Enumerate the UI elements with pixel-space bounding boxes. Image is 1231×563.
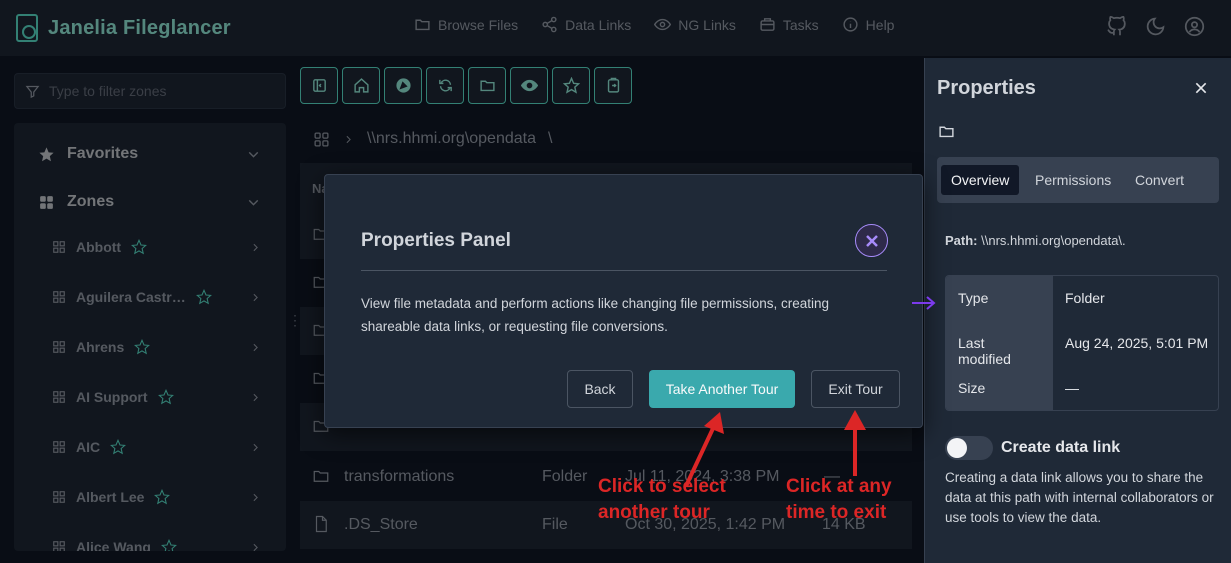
metadata-key: Last modified <box>946 321 1053 367</box>
data-link-toggle[interactable] <box>945 436 993 460</box>
tab-overview[interactable]: Overview <box>941 165 1020 195</box>
annotation-arrow-icon <box>844 410 866 476</box>
close-icon <box>865 234 878 247</box>
properties-path: Path: \\nrs.hhmi.org\opendata\. <box>945 233 1126 248</box>
pointer-arrow-icon <box>912 296 936 310</box>
folder-icon <box>939 126 954 138</box>
tour-dialog: Properties Panel View file metadata and … <box>324 174 923 428</box>
metadata-row: Last modified Aug 24, 2025, 5:01 PM <box>946 321 1218 367</box>
properties-title: Properties <box>937 77 1036 99</box>
dialog-title: Properties Panel <box>361 230 511 251</box>
metadata-key: Size <box>946 366 1053 410</box>
annotation-line: another tour <box>598 502 710 523</box>
metadata-value: — <box>1065 380 1079 396</box>
data-link-description: Creating a data link allows you to share… <box>945 470 1214 525</box>
annotation-line: Click to select <box>598 476 726 497</box>
data-link-label: Create data link <box>1001 439 1121 456</box>
back-button[interactable]: Back <box>567 370 633 408</box>
annotation-line: Click at any <box>786 476 892 497</box>
path-label: Path: <box>945 233 978 248</box>
metadata-row: Size — <box>946 366 1218 410</box>
app-window: Janelia Fileglancer Browse Files Data Li… <box>0 0 1231 563</box>
metadata-table: Type Folder Last modified Aug 24, 2025, … <box>945 275 1219 411</box>
dialog-body: View file metadata and perform actions l… <box>361 296 829 334</box>
dialog-close-button[interactable] <box>855 224 888 257</box>
properties-panel: Properties Overview Permissions Convert … <box>924 58 1231 563</box>
annotation-select-tour: Click to select another tour <box>598 474 726 526</box>
metadata-value: Folder <box>1065 290 1105 306</box>
tab-permissions[interactable]: Permissions <box>1025 165 1121 195</box>
metadata-row: Type Folder <box>946 276 1218 321</box>
take-another-tour-button[interactable]: Take Another Tour <box>649 370 795 408</box>
metadata-key: Type <box>946 276 1053 321</box>
annotation-exit-tour: Click at any time to exit <box>786 474 892 526</box>
exit-tour-button[interactable]: Exit Tour <box>811 370 900 408</box>
metadata-value: Aug 24, 2025, 5:01 PM <box>1065 335 1209 351</box>
close-icon[interactable] <box>1193 80 1209 96</box>
dialog-divider <box>361 270 887 271</box>
properties-tabs: Overview Permissions Convert <box>937 157 1219 203</box>
tab-convert[interactable]: Convert <box>1125 165 1194 195</box>
path-value: \\nrs.hhmi.org\opendata\. <box>981 233 1126 248</box>
annotation-line: time to exit <box>786 502 887 523</box>
